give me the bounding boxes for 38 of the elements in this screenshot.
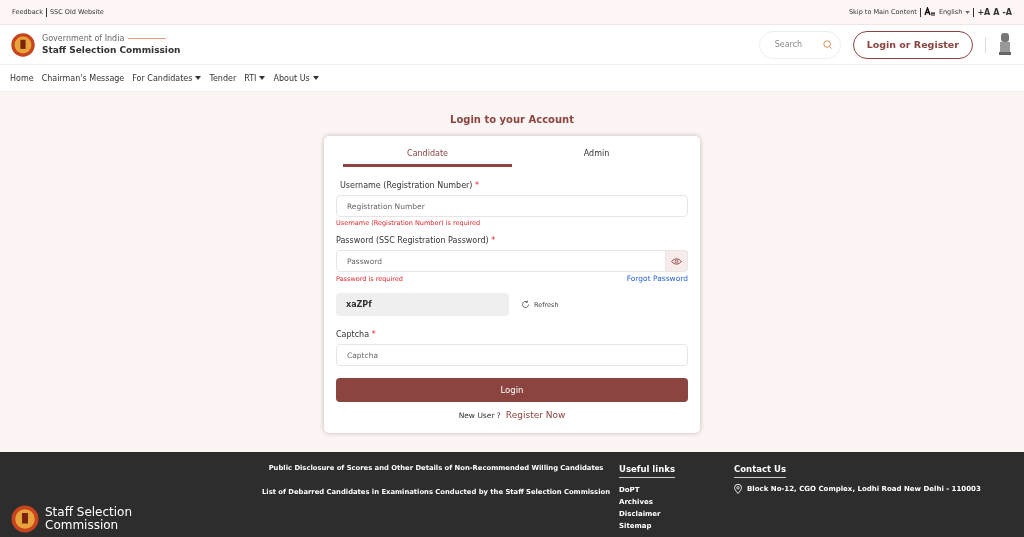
- show-password-button[interactable]: [666, 250, 688, 272]
- ssc-logo: [10, 504, 40, 534]
- nav-link[interactable]: Tender: [209, 73, 237, 83]
- field-label: Username (Registration Number) *: [340, 181, 481, 190]
- refresh-icon: [521, 300, 530, 309]
- nav-link[interactable]: For Candidates: [132, 73, 202, 83]
- caret-icon: [965, 10, 971, 14]
- captcha-image: xaZPf: [336, 293, 509, 316]
- page-title: Login to your Account: [450, 114, 574, 125]
- login-register-button[interactable]: Login or Register: [852, 30, 973, 59]
- footer-brand: Staff Selection: [45, 506, 133, 519]
- font-size-button[interactable]: +A: [977, 7, 991, 17]
- header-title: Staff Selection Commission: [42, 45, 181, 55]
- search-icon: [822, 39, 832, 50]
- language-icon: [923, 7, 936, 17]
- header-subtitle: Government of India: [42, 34, 125, 43]
- eye-icon: [671, 257, 683, 265]
- font-size-button[interactable]: A: [993, 7, 1000, 17]
- caret-icon: [195, 76, 202, 80]
- nav-link[interactable]: RTI: [244, 73, 266, 83]
- caret-icon: [259, 76, 266, 80]
- footer-heading: Useful links: [619, 464, 675, 478]
- footer-brand: Commission: [45, 519, 120, 532]
- login-tab[interactable]: Admin: [512, 143, 681, 167]
- nav-link[interactable]: About Us: [273, 73, 319, 83]
- font-size-button[interactable]: -A: [1002, 7, 1012, 17]
- login-button[interactable]: Login: [336, 378, 688, 402]
- register-link[interactable]: Register Now: [505, 410, 566, 420]
- nav-link[interactable]: Chairman's Message: [41, 73, 125, 83]
- footer-heading: Contact Us: [734, 464, 786, 478]
- national-emblem-icon: [998, 31, 1012, 58]
- location-pin-icon: [734, 484, 742, 494]
- nav-link[interactable]: Home: [10, 73, 34, 83]
- field-label: Password (SSC Registration Password) *: [336, 236, 497, 245]
- caret-icon: [312, 76, 319, 80]
- login-tab[interactable]: Candidate: [343, 143, 512, 167]
- field-label: Captcha *: [336, 330, 377, 339]
- ssc-logo: [10, 31, 36, 58]
